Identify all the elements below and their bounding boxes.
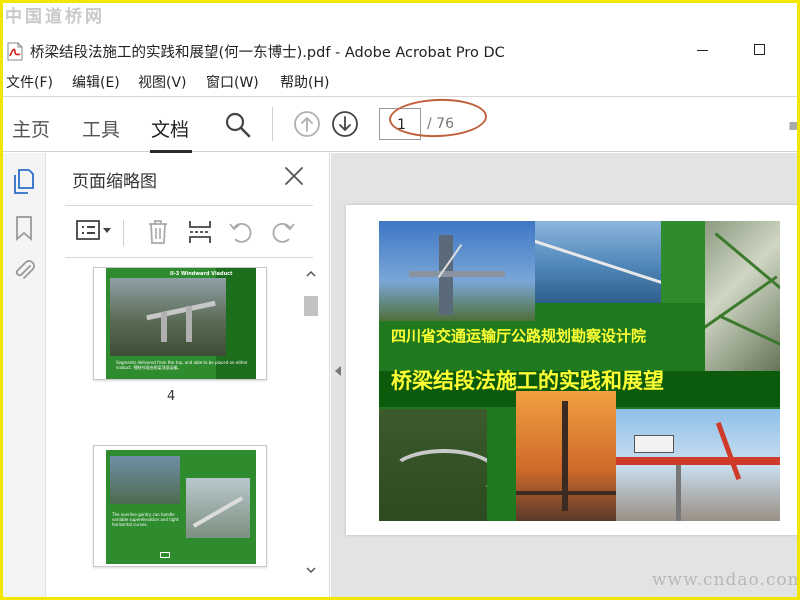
toolbar-overflow-icon[interactable]: ▪ — [788, 115, 799, 134]
toolbar-separator — [272, 107, 273, 141]
tab-document[interactable]: 文档 — [151, 115, 189, 142]
document-area[interactable]: 四川省交通运输厅公路规划勘察设计院 桥梁结段法施工的实践和展望 — [331, 153, 800, 600]
main-toolbar: 主页 工具 文档 1 / 76 ▪ — [0, 96, 800, 153]
rotate-left-icon[interactable] — [227, 218, 255, 246]
watermark-top: 中国道桥网 — [5, 7, 105, 27]
panel-divider — [65, 205, 313, 206]
photo-highway — [379, 409, 487, 521]
search-icon[interactable] — [224, 111, 252, 139]
scroll-down-icon[interactable] — [305, 565, 317, 575]
previous-page-icon[interactable] — [293, 110, 321, 138]
thumbnail-image: The overline gantry can handle variable … — [106, 450, 256, 564]
window-title: 桥梁结段法施工的实践和展望(何一东博士).pdf - Adobe Acrobat… — [30, 45, 505, 61]
thumbnail-page-5[interactable]: The overline gantry can handle variable … — [93, 445, 267, 567]
thumbnail-title: II-3 Windward Viaduct — [170, 271, 233, 277]
slide-organization: 四川省交通运输厅公路规划勘察设计院 — [391, 327, 647, 345]
photo-sea-bridge — [535, 221, 661, 303]
menu-view[interactable]: 视图(V) — [138, 72, 187, 92]
page-thumbnails-icon[interactable] — [12, 167, 36, 195]
tab-home[interactable]: 主页 — [12, 115, 50, 142]
next-page-icon[interactable] — [331, 110, 359, 138]
navigation-rail — [0, 153, 46, 600]
pdf-file-icon — [7, 42, 23, 61]
menu-file[interactable]: 文件(F) — [6, 72, 53, 92]
thumbnail-image: II-3 Windward Viaduct Segments delivered… — [106, 268, 256, 379]
title-bar: 桥梁结段法施工的实践和展望(何一东博士).pdf - Adobe Acrobat… — [0, 36, 800, 66]
rotate-right-icon[interactable] — [269, 218, 297, 246]
thumbnail-caption: The overline gantry can handle variable … — [112, 512, 179, 527]
panel-title: 页面缩略图 — [72, 172, 157, 192]
panel-toolbar — [47, 210, 330, 252]
tab-tools[interactable]: 工具 — [82, 115, 120, 142]
thumbnail-caption: Segments delivered from the top, and abl… — [116, 360, 248, 370]
thumbnail-scrollbar[interactable] — [304, 265, 318, 591]
scrollbar-thumb[interactable] — [304, 296, 318, 316]
menu-edit[interactable]: 编辑(E) — [72, 72, 120, 92]
thumbnail-options-icon[interactable] — [75, 218, 113, 244]
panel-tools-separator — [123, 220, 124, 246]
maximize-button[interactable] — [754, 44, 765, 55]
delete-icon[interactable] — [145, 218, 171, 246]
collapse-panel-icon[interactable] — [334, 365, 342, 377]
photo-steel-truss — [705, 221, 780, 381]
thumbnail-panel: 页面缩略图 II-3 Windward Viaduct Segments del… — [47, 153, 330, 600]
photo-construction-gantry — [616, 409, 780, 521]
thumbnail-page-label: 4 — [167, 389, 176, 404]
panel-divider-2 — [65, 257, 313, 258]
photo-bridge-pylon — [379, 221, 535, 321]
scroll-up-icon[interactable] — [305, 269, 317, 279]
pdf-page: 四川省交通运输厅公路规划勘察设计院 桥梁结段法施工的实践和展望 — [346, 205, 800, 535]
insert-page-icon[interactable] — [187, 218, 213, 246]
minimize-button[interactable] — [697, 50, 708, 51]
photo-sunset-bridge — [516, 391, 616, 521]
menu-help[interactable]: 帮助(H) — [280, 72, 329, 92]
attachment-icon[interactable] — [11, 257, 37, 283]
menu-window[interactable]: 窗口(W) — [206, 72, 259, 92]
thumbnail-page-4[interactable]: II-3 Windward Viaduct Segments delivered… — [93, 267, 267, 380]
bookmark-icon[interactable] — [14, 215, 34, 241]
highlight-annotation — [388, 97, 488, 139]
menu-bar: 文件(F) 编辑(E) 视图(V) 窗口(W) 帮助(H) — [0, 70, 800, 92]
watermark-bottom: www.cndao.com — [652, 570, 800, 590]
cover-slide: 四川省交通运输厅公路规划勘察设计院 桥梁结段法施工的实践和展望 — [379, 221, 780, 521]
close-icon[interactable] — [283, 165, 305, 187]
